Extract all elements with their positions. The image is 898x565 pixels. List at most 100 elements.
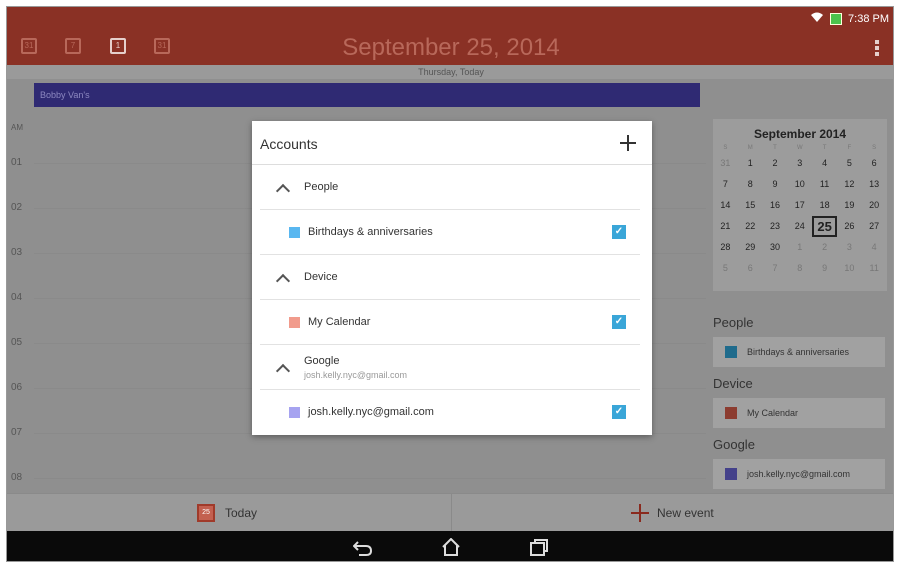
date-cell[interactable]: 20 <box>862 195 887 216</box>
hour-divider <box>34 478 706 479</box>
status-bar: 7:38 PM <box>7 7 893 31</box>
date-cell[interactable]: 8 <box>738 174 763 195</box>
date-cell[interactable]: 14 <box>713 195 738 216</box>
date-cell[interactable]: 1 <box>738 153 763 174</box>
back-icon[interactable] <box>352 538 373 559</box>
weekday-label: S <box>723 145 728 151</box>
hour-label: 02 <box>11 202 23 213</box>
calendar-label: Birthdays & anniversaries <box>308 226 433 238</box>
group-row-device[interactable]: Device <box>260 255 640 300</box>
date-cell[interactable]: 7 <box>763 258 788 279</box>
date-cell[interactable]: 15 <box>738 195 763 216</box>
chevron-up-icon[interactable] <box>276 182 288 194</box>
date-cell[interactable]: 10 <box>787 174 812 195</box>
date-cell[interactable]: 11 <box>812 174 837 195</box>
today-date-cell[interactable]: 25 <box>812 216 837 237</box>
today-button[interactable]: 25 Today <box>197 502 257 524</box>
date-cell[interactable]: 19 <box>837 195 862 216</box>
group-label: Google <box>304 355 340 367</box>
calendar-label: My Calendar <box>308 316 371 328</box>
status-time: 7:38 PM <box>848 13 889 25</box>
calendar-row-birthdays[interactable]: Birthdays & anniversaries ✓ <box>260 210 640 255</box>
battery-icon <box>830 13 843 25</box>
today-label: Today <box>225 506 258 520</box>
side-calendar-label: Birthdays & anniversaries <box>747 347 850 357</box>
date-cell[interactable]: 6 <box>862 153 887 174</box>
group-label: Device <box>304 271 338 283</box>
hour-label: 06 <box>11 382 23 393</box>
date-cell[interactable]: 1 <box>787 237 812 258</box>
calendar-color-swatch <box>289 317 300 328</box>
group-row-people[interactable]: People <box>260 165 640 210</box>
calendar-checkbox[interactable]: ✓ <box>612 315 626 329</box>
add-account-icon[interactable] <box>620 135 636 151</box>
calendar-color-swatch <box>725 407 737 419</box>
calendar-checkbox[interactable]: ✓ <box>612 405 626 419</box>
page-title[interactable]: September 25, 2014 <box>7 34 893 62</box>
date-cell[interactable]: 13 <box>862 174 887 195</box>
date-cell[interactable]: 11 <box>862 258 887 279</box>
side-calendar-my-calendar[interactable]: My Calendar <box>713 398 885 428</box>
recents-icon[interactable] <box>529 538 549 559</box>
new-event-button[interactable]: New event <box>631 502 714 524</box>
date-cell[interactable]: 4 <box>812 153 837 174</box>
action-divider <box>451 494 452 532</box>
all-day-event[interactable]: Bobby Van's <box>34 83 700 107</box>
date-cell[interactable]: 29 <box>738 237 763 258</box>
accounts-dialog: Accounts People Birthdays & anniversarie… <box>252 121 652 435</box>
dialog-header: Accounts <box>252 121 652 165</box>
date-cell[interactable]: 7 <box>713 174 738 195</box>
side-calendar-label: josh.kelly.nyc@gmail.com <box>747 469 850 479</box>
date-cell[interactable]: 5 <box>713 258 738 279</box>
action-bar: 25 Today New event <box>7 493 893 532</box>
date-cell[interactable]: 3 <box>787 153 812 174</box>
date-cell[interactable]: 10 <box>837 258 862 279</box>
date-cell[interactable]: 31 <box>713 153 738 174</box>
date-cell[interactable]: 22 <box>738 216 763 237</box>
calendar-checkbox[interactable]: ✓ <box>612 225 626 239</box>
calendar-today-icon: 25 <box>197 504 215 522</box>
date-cell[interactable]: 5 <box>837 153 862 174</box>
group-row-google[interactable]: Google josh.kelly.nyc@gmail.com <box>260 345 640 390</box>
date-cell[interactable]: 4 <box>862 237 887 258</box>
date-cell[interactable]: 30 <box>763 237 788 258</box>
home-icon[interactable] <box>441 537 461 559</box>
weekday-label: W <box>796 145 803 151</box>
chevron-up-icon[interactable] <box>276 362 288 374</box>
hour-label: 01 <box>11 157 23 168</box>
calendar-row-my-calendar[interactable]: My Calendar ✓ <box>260 300 640 345</box>
mini-calendar-grid[interactable]: S M T W T F S 31 1 2 3 4 5 6 7 8 9 10 11 12 13 14 15 16 17 18 19 20… <box>713 143 887 279</box>
side-calendar-google[interactable]: josh.kelly.nyc@gmail.com <box>713 459 885 489</box>
date-cell[interactable]: 16 <box>763 195 788 216</box>
mini-calendar-title: September 2014 <box>753 127 847 141</box>
date-cell[interactable]: 18 <box>812 195 837 216</box>
date-cell[interactable]: 3 <box>837 237 862 258</box>
weekday-label: F <box>847 145 852 151</box>
date-cell[interactable]: 17 <box>787 195 812 216</box>
mini-calendar[interactable]: September 2014 S M T W T F S 31 1 2 3 4 5 6 7 8 9 10 11 12 1… <box>713 119 887 291</box>
date-cell[interactable]: 2 <box>763 153 788 174</box>
date-cell[interactable]: 12 <box>837 174 862 195</box>
side-calendar-birthdays[interactable]: Birthdays & anniversaries <box>713 337 885 367</box>
calendar-app: 7:38 PM 31 7 1 31 September 25, 2014 Thu… <box>6 6 894 562</box>
date-cell[interactable]: 9 <box>763 174 788 195</box>
date-cell[interactable]: 26 <box>837 216 862 237</box>
date-cell[interactable]: 6 <box>738 258 763 279</box>
calendar-row-google[interactable]: josh.kelly.nyc@gmail.com ✓ <box>260 390 640 435</box>
date-cell[interactable]: 21 <box>713 216 738 237</box>
date-cell[interactable]: 27 <box>862 216 887 237</box>
date-cell[interactable]: 2 <box>812 237 837 258</box>
date-cell[interactable]: 23 <box>763 216 788 237</box>
date-cell[interactable]: 28 <box>713 237 738 258</box>
group-sublabel: josh.kelly.nyc@gmail.com <box>304 370 407 380</box>
calendar-color-swatch <box>725 468 737 480</box>
date-cell[interactable]: 8 <box>787 258 812 279</box>
hour-label: 04 <box>11 292 23 303</box>
overflow-menu-icon[interactable] <box>875 40 879 56</box>
chevron-up-icon[interactable] <box>276 272 288 284</box>
date-cell[interactable]: 9 <box>812 258 837 279</box>
hour-label: 05 <box>11 337 23 348</box>
system-nav-bar <box>7 531 893 561</box>
date-cell[interactable]: 24 <box>787 216 812 237</box>
side-panel: September 2014 S M T W T F S 31 1 2 3 4 5 6 7 8 9 10 11 12 1… <box>707 79 893 493</box>
